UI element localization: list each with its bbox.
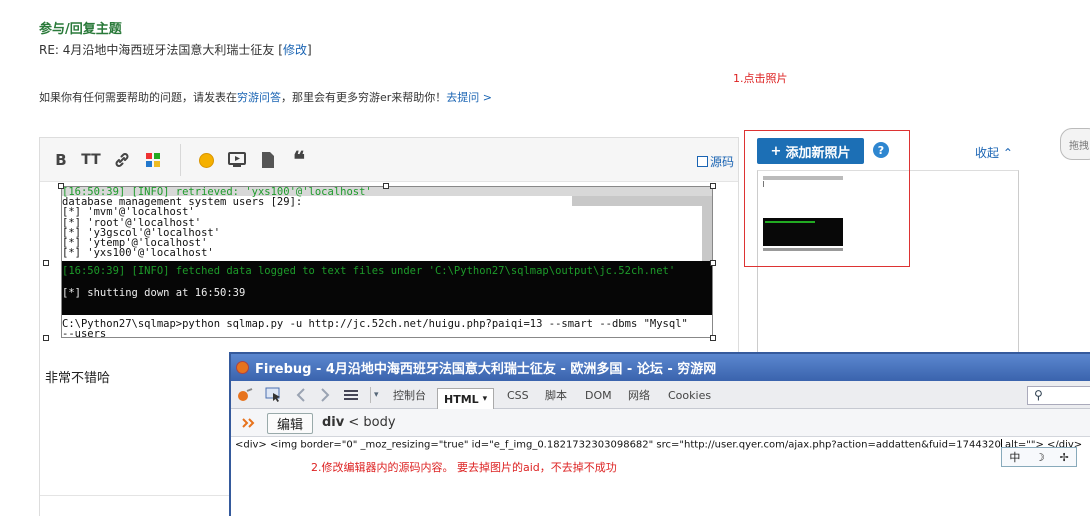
help-line: 如果你有任何需要帮助的问题，请发表在穷游问答，那里会有更多穷游er来帮助你！去提… bbox=[39, 89, 492, 105]
terminal-line: [*] shutting down at 16:50:39 bbox=[62, 287, 246, 299]
tab-cookies[interactable]: Cookies bbox=[668, 386, 711, 404]
editor-toolbar: B TT ❝ 源码 bbox=[40, 138, 738, 182]
drag-sort-button[interactable]: 拖拽 bbox=[1060, 128, 1090, 160]
resize-handle[interactable] bbox=[710, 183, 716, 189]
search-icon: ⚲ bbox=[1034, 388, 1043, 402]
firebug-titlebar: Firebug - 4月沿地中海西班牙法国意大利瑞士征友 - 欧洲多国 - 论坛… bbox=[231, 354, 1090, 381]
firebug-icon bbox=[236, 361, 249, 374]
expand-panel-icon[interactable] bbox=[241, 416, 257, 433]
source-mode-toggle[interactable]: 源码 bbox=[697, 153, 734, 170]
firebug-toolbar: ▾ 控制台 HTML ▾ CSS 脚本 DOM 网络 Cookies ⚲ bbox=[231, 381, 1090, 409]
tab-html-label: HTML bbox=[444, 392, 479, 406]
firebug-breadcrumb-bar: 编辑 div < body bbox=[231, 409, 1090, 437]
help-prefix: 如果你有任何需要帮助的问题，请发表在 bbox=[39, 91, 237, 104]
resize-handle[interactable] bbox=[58, 183, 64, 189]
toolbar-divider bbox=[180, 144, 181, 176]
list-menu-icon[interactable] bbox=[343, 387, 359, 403]
resize-handle[interactable] bbox=[710, 335, 716, 341]
collapse-label: 收起 bbox=[975, 146, 1000, 160]
chevron-up-icon: ⌃ bbox=[1002, 146, 1013, 160]
ime-chinese-mode[interactable]: 中 bbox=[1009, 449, 1020, 465]
font-size-icon[interactable]: TT bbox=[80, 150, 102, 170]
subject-edit-link[interactable]: 修改 bbox=[283, 43, 307, 57]
annotation-highlight-box bbox=[744, 130, 910, 267]
terminal-line: [16:50:39] [INFO] fetched data logged to… bbox=[62, 265, 676, 277]
annotation-step1: 1.点击照片 bbox=[733, 72, 788, 85]
moon-icon[interactable]: ☽ bbox=[1035, 451, 1045, 464]
subject-edit-suffix: ] bbox=[306, 43, 312, 57]
html-source-editor[interactable]: <div> <img border="0" _moz_resizing="tru… bbox=[235, 439, 1082, 451]
edit-html-button[interactable]: 编辑 bbox=[267, 413, 313, 434]
source-code-text: <div> <img border="0" _moz_resizing="tru… bbox=[235, 439, 1001, 451]
terminal-line: C:\Python27\sqlmap>python sqlmap.py -u h… bbox=[62, 318, 688, 330]
resize-handle[interactable] bbox=[43, 260, 49, 266]
resize-handle[interactable] bbox=[710, 260, 716, 266]
tab-script[interactable]: 脚本 bbox=[545, 386, 567, 404]
inspect-element-icon[interactable] bbox=[265, 387, 283, 403]
bold-icon[interactable]: B bbox=[52, 150, 70, 170]
source-label: 源码 bbox=[710, 155, 735, 169]
firebug-window: Firebug - 4月沿地中海西班牙法国意大利瑞士征友 - 欧洲多国 - 论坛… bbox=[229, 352, 1090, 516]
tab-console[interactable]: 控制台 bbox=[393, 386, 426, 404]
tab-dom[interactable]: DOM bbox=[585, 386, 612, 404]
collapse-link[interactable]: 收起 ⌃ bbox=[975, 144, 1013, 161]
subject-text: RE: 4月沿地中海西班牙法国意大利瑞士征友 bbox=[39, 43, 275, 57]
tab-html[interactable]: HTML ▾ bbox=[437, 388, 494, 409]
tab-css[interactable]: CSS bbox=[507, 386, 529, 404]
color-palette-icon[interactable] bbox=[144, 150, 162, 170]
ime-toolbar[interactable]: 中 ☽ ✢ bbox=[1001, 447, 1077, 467]
annotation-step2: 2.修改编辑器内的源码内容。 要去掉图片的aid，不去掉不成功 bbox=[311, 461, 617, 474]
breadcrumb-separator: < bbox=[344, 415, 364, 430]
resize-handle[interactable] bbox=[383, 183, 389, 189]
tab-net[interactable]: 网络 bbox=[628, 386, 650, 404]
link-icon[interactable] bbox=[112, 150, 132, 170]
punctuation-icon[interactable]: ✢ bbox=[1059, 451, 1068, 464]
quote-icon[interactable]: ❝ bbox=[288, 149, 310, 171]
source-checkbox[interactable] bbox=[697, 156, 708, 167]
dropdown-arrow-icon[interactable]: ▾ bbox=[370, 387, 382, 403]
media-icon[interactable] bbox=[227, 150, 247, 170]
reply-subject: RE: 4月沿地中海西班牙法国意大利瑞士征友 [修改] bbox=[39, 41, 312, 58]
terminal-line: [*] 'yxs100'@'localhost' bbox=[62, 247, 214, 260]
help-middle: ，那里会有更多穷游er来帮助你！ bbox=[281, 91, 447, 104]
chevron-down-icon: ▾ bbox=[482, 394, 488, 404]
back-icon[interactable] bbox=[295, 387, 307, 403]
firebug-search-input[interactable]: ⚲ bbox=[1027, 386, 1090, 405]
forward-icon[interactable] bbox=[319, 387, 331, 403]
terminal-screenshot-image[interactable]: [16:50:39] [INFO] retrieved: 'yxs100'@'l… bbox=[61, 186, 713, 338]
ask-question-link[interactable]: 去提问 > bbox=[446, 91, 492, 104]
terminal-line: --users bbox=[62, 328, 107, 338]
pdf-icon[interactable] bbox=[259, 150, 277, 170]
breadcrumb-div[interactable]: div bbox=[322, 415, 344, 430]
qa-forum-link[interactable]: 穷游问答 bbox=[237, 91, 281, 104]
emoticon-icon[interactable] bbox=[197, 150, 215, 170]
breadcrumb-body[interactable]: body bbox=[363, 415, 395, 430]
editor-body-text[interactable]: 非常不错哈 bbox=[45, 367, 110, 386]
firebug-title: Firebug - 4月沿地中海西班牙法国意大利瑞士征友 - 欧洲多国 - 论坛… bbox=[255, 362, 717, 377]
firebug-menu-icon[interactable] bbox=[237, 387, 253, 403]
resize-handle[interactable] bbox=[43, 335, 49, 341]
section-title: 参与/回复主题 bbox=[39, 22, 122, 37]
breadcrumb: div < body bbox=[322, 415, 396, 430]
